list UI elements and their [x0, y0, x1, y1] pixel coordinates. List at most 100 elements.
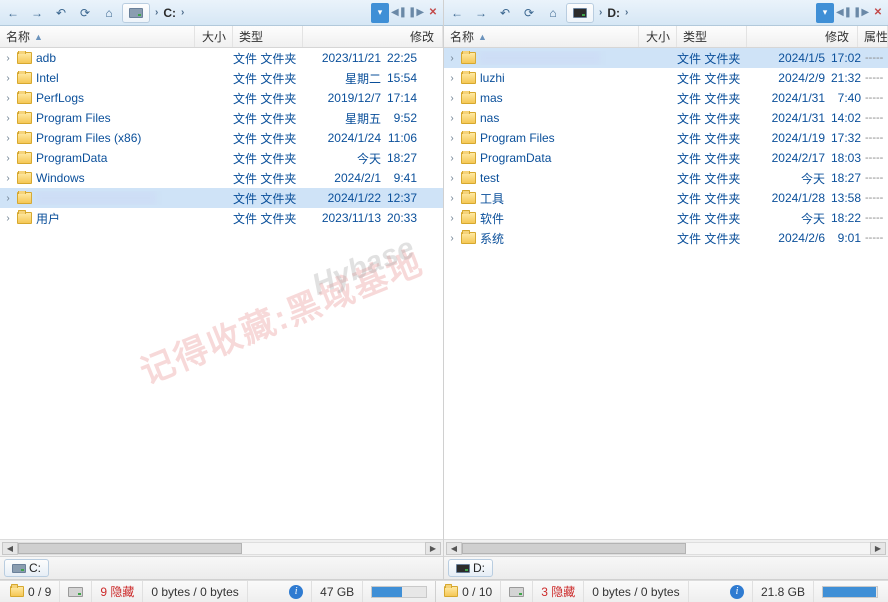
- cell-name[interactable]: ›PerfLogs: [0, 91, 195, 105]
- table-row[interactable]: ›工具文件 文件夹2024/1/2813:58-----: [444, 188, 888, 208]
- expand-icon[interactable]: ›: [3, 153, 13, 164]
- cell-name[interactable]: ›mas: [444, 91, 639, 105]
- close-tab-icon[interactable]: ✕: [870, 3, 886, 23]
- close-tab-icon[interactable]: ✕: [425, 3, 441, 23]
- table-row[interactable]: ›test文件 文件夹今天18:27-----: [444, 168, 888, 188]
- scroll-left-icon[interactable]: ◀: [446, 542, 462, 555]
- prev-tab-icon[interactable]: ◀❚: [391, 3, 407, 23]
- scroll-thumb[interactable]: [462, 543, 686, 554]
- table-row[interactable]: ›Program Files (x86)文件 文件夹2024/1/2411:06: [0, 128, 443, 148]
- expand-icon[interactable]: ›: [447, 233, 457, 244]
- scroll-track[interactable]: [18, 542, 425, 555]
- expand-icon[interactable]: ›: [447, 193, 457, 204]
- expand-icon[interactable]: ›: [447, 113, 457, 124]
- expand-icon[interactable]: ›: [3, 193, 13, 204]
- expand-icon[interactable]: ›: [447, 53, 457, 64]
- expand-icon[interactable]: ›: [3, 133, 13, 144]
- scroll-right-icon[interactable]: ▶: [425, 542, 441, 555]
- breadcrumb-dropdown[interactable]: ▾: [816, 3, 834, 23]
- sb-right-info[interactable]: i: [722, 581, 753, 602]
- table-row[interactable]: ›adb文件 文件夹2023/11/2122:25: [0, 48, 443, 68]
- home-button[interactable]: ⌂: [98, 3, 120, 23]
- next-tab-icon[interactable]: ❚▶: [853, 3, 869, 23]
- up-button[interactable]: ↶: [50, 3, 72, 23]
- expand-icon[interactable]: ›: [447, 153, 457, 164]
- expand-icon[interactable]: ›: [3, 53, 13, 64]
- cell-name[interactable]: ›: [444, 51, 639, 65]
- table-row[interactable]: ›系统文件 文件夹2024/2/69:01-----: [444, 228, 888, 248]
- breadcrumb-dropdown[interactable]: ▾: [371, 3, 389, 23]
- table-row[interactable]: ›Program Files文件 文件夹2024/1/1917:32-----: [444, 128, 888, 148]
- cell-name[interactable]: ›Intel: [0, 71, 195, 85]
- header-size[interactable]: 大小: [639, 26, 677, 47]
- header-size[interactable]: 大小: [195, 26, 233, 47]
- table-row[interactable]: ›Program Files文件 文件夹星期五9:52: [0, 108, 443, 128]
- cell-name[interactable]: ›test: [444, 171, 639, 185]
- cell-name[interactable]: ›: [0, 191, 195, 205]
- refresh-button[interactable]: ⟳: [518, 3, 540, 23]
- right-hscrollbar[interactable]: ◀ ▶: [444, 539, 888, 556]
- home-button[interactable]: ⌂: [542, 3, 564, 23]
- table-row[interactable]: ›用户文件 文件夹2023/11/1320:33: [0, 208, 443, 228]
- table-row[interactable]: ›luzhi文件 文件夹2024/2/921:32-----: [444, 68, 888, 88]
- cell-name[interactable]: ›adb: [0, 51, 195, 65]
- forward-button[interactable]: →: [470, 3, 492, 23]
- left-hscrollbar[interactable]: ◀ ▶: [0, 539, 443, 556]
- crumb-drive-label[interactable]: C:: [163, 6, 176, 20]
- drive-pill-c[interactable]: C:: [4, 559, 49, 577]
- cell-name[interactable]: ›nas: [444, 111, 639, 125]
- table-row[interactable]: ›文件 文件夹2024/1/517:02-----: [444, 48, 888, 68]
- cell-name[interactable]: ›Program Files (x86): [0, 131, 195, 145]
- table-row[interactable]: ›ProgramData文件 文件夹2024/2/1718:03-----: [444, 148, 888, 168]
- cell-name[interactable]: ›软件: [444, 210, 639, 227]
- back-button[interactable]: ←: [2, 3, 24, 23]
- table-row[interactable]: ›nas文件 文件夹2024/1/3114:02-----: [444, 108, 888, 128]
- cell-name[interactable]: ›ProgramData: [444, 151, 639, 165]
- scroll-right-icon[interactable]: ▶: [870, 542, 886, 555]
- expand-icon[interactable]: ›: [447, 73, 457, 84]
- expand-icon[interactable]: ›: [3, 73, 13, 84]
- expand-icon[interactable]: ›: [3, 173, 13, 184]
- cell-name[interactable]: ›luzhi: [444, 71, 639, 85]
- cell-name[interactable]: ›Program Files: [444, 131, 639, 145]
- cell-name[interactable]: ›用户: [0, 210, 195, 227]
- expand-icon[interactable]: ›: [3, 93, 13, 104]
- prev-tab-icon[interactable]: ◀❚: [836, 3, 852, 23]
- expand-icon[interactable]: ›: [447, 213, 457, 224]
- scroll-thumb[interactable]: [18, 543, 242, 554]
- expand-icon[interactable]: ›: [447, 173, 457, 184]
- back-button[interactable]: ←: [446, 3, 468, 23]
- expand-icon[interactable]: ›: [3, 113, 13, 124]
- table-row[interactable]: ›文件 文件夹2024/1/2212:37: [0, 188, 443, 208]
- sb-left-info[interactable]: i: [281, 581, 312, 602]
- header-modified[interactable]: 修改: [303, 26, 443, 47]
- header-modified[interactable]: 修改: [747, 26, 858, 47]
- expand-icon[interactable]: ›: [3, 213, 13, 224]
- cell-name[interactable]: ›Windows: [0, 171, 195, 185]
- breadcrumb[interactable]: › D: ›: [566, 3, 814, 23]
- table-row[interactable]: ›ProgramData文件 文件夹今天18:27: [0, 148, 443, 168]
- cell-name[interactable]: ›系统: [444, 230, 639, 247]
- cell-name[interactable]: ›工具: [444, 190, 639, 207]
- breadcrumb[interactable]: › C: ›: [122, 3, 369, 23]
- header-type[interactable]: 类型: [233, 26, 303, 47]
- drive-chip-c[interactable]: [122, 3, 150, 23]
- header-attr[interactable]: 属性: [858, 26, 888, 47]
- table-row[interactable]: ›Windows文件 文件夹2024/2/19:41: [0, 168, 443, 188]
- forward-button[interactable]: →: [26, 3, 48, 23]
- drive-chip-d[interactable]: [566, 3, 594, 23]
- scroll-left-icon[interactable]: ◀: [2, 542, 18, 555]
- expand-icon[interactable]: ›: [447, 93, 457, 104]
- up-button[interactable]: ↶: [494, 3, 516, 23]
- header-type[interactable]: 类型: [677, 26, 747, 47]
- expand-icon[interactable]: ›: [447, 133, 457, 144]
- table-row[interactable]: ›mas文件 文件夹2024/1/317:40-----: [444, 88, 888, 108]
- crumb-drive-label[interactable]: D:: [607, 6, 620, 20]
- header-name[interactable]: 名称▲: [0, 26, 195, 47]
- drive-pill-d[interactable]: D:: [448, 559, 493, 577]
- refresh-button[interactable]: ⟳: [74, 3, 96, 23]
- header-name[interactable]: 名称▲: [444, 26, 639, 47]
- cell-name[interactable]: ›ProgramData: [0, 151, 195, 165]
- scroll-track[interactable]: [462, 542, 870, 555]
- table-row[interactable]: ›软件文件 文件夹今天18:22-----: [444, 208, 888, 228]
